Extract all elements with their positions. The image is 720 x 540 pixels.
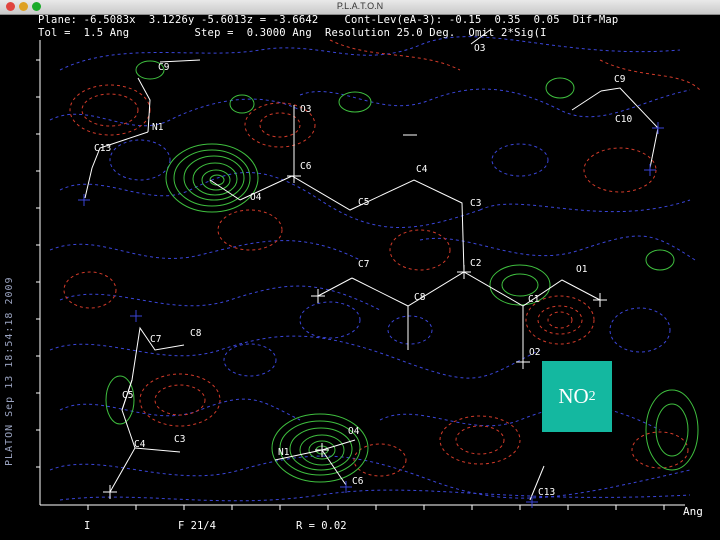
no2-annotation-badge: NO 2: [542, 361, 612, 432]
atom-label: O4: [250, 192, 262, 203]
atom-label: C13: [538, 487, 555, 498]
atom-label: C4: [416, 164, 428, 175]
atom-label: C8: [190, 328, 202, 339]
atom-label: C9: [158, 62, 170, 73]
atom-label: C9: [614, 74, 626, 85]
atom-label: O1: [576, 264, 588, 275]
atom-label: C7: [358, 259, 369, 270]
difference-map-plot[interactable]: Ang C9 N1 C13 O3 C6 O4 C5 C4 C3 O3 C9 C1…: [0, 0, 720, 540]
atom-label: C5: [122, 390, 133, 401]
atom-label: C8: [414, 292, 426, 303]
atom-label: O4: [348, 426, 360, 437]
atom-label: O2: [529, 347, 540, 358]
atom-label: N1: [152, 122, 164, 133]
atom-label: C10: [615, 114, 632, 125]
atom-label: N1: [278, 447, 290, 458]
atom-label: C13: [94, 143, 111, 154]
badge-subscript: 2: [588, 388, 596, 404]
atom-label: C5: [358, 197, 369, 208]
atom-label: O3: [474, 43, 485, 54]
axis-unit-label: Ang: [683, 505, 703, 518]
timestamp-side-label: PLATON Sep 13 18:54:18 2009: [4, 276, 15, 466]
bottom-label-spacegroup: F 21/4: [178, 520, 216, 532]
atom-label: C3: [470, 198, 481, 209]
atom-label: C7: [150, 334, 161, 345]
bottom-info-bar: I F 21/4 R = 0.02: [0, 520, 720, 538]
atom-label: C3: [174, 434, 185, 445]
atom-label: C6: [300, 161, 312, 172]
atom-label: C2: [470, 258, 481, 269]
atom-label: C1: [528, 294, 540, 305]
atom-label: O3: [300, 104, 311, 115]
badge-main-text: NO: [558, 384, 589, 408]
atom-label: C6: [352, 476, 364, 487]
bottom-label-r-value: R = 0.02: [296, 520, 347, 532]
atom-label: C4: [134, 439, 146, 450]
bottom-label-left: I: [84, 520, 91, 532]
